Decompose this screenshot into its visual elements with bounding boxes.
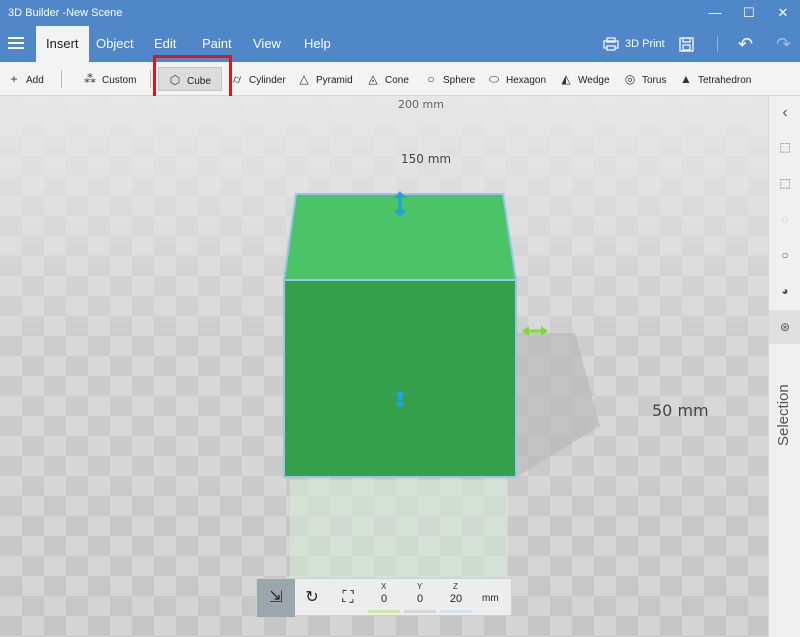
- sphere-button[interactable]: ○ Sphere: [423, 67, 475, 91]
- dimension-label-50: 50 mm: [652, 401, 709, 420]
- scale-icon: ⛶: [342, 589, 354, 606]
- redo-icon: ↷: [776, 34, 792, 54]
- y-label: Y: [417, 582, 423, 591]
- x-value[interactable]: 0: [369, 593, 399, 605]
- select-none-icon[interactable]: ⬚: [769, 168, 800, 198]
- printer-icon: [603, 37, 619, 51]
- cone-button[interactable]: ◬ Cone: [365, 67, 409, 91]
- wedge-button[interactable]: ◭ Wedge: [558, 67, 609, 91]
- rotate-icon: ↻: [305, 589, 319, 606]
- dimension-label-150: 150 mm: [401, 152, 452, 166]
- custom-shapes-icon: ⁂: [84, 72, 96, 86]
- window-title: 3D Builder -New Scene: [8, 7, 123, 19]
- triangle-select-icon[interactable]: ⊛: [769, 310, 800, 344]
- z-label: Z: [453, 582, 458, 591]
- cube-front-face[interactable]: [283, 279, 517, 478]
- pyramid-icon: △: [299, 72, 309, 86]
- viewport-3d[interactable]: 200 mm 150 mm 50 mm: [0, 96, 768, 637]
- redo-button[interactable]: ↷: [776, 26, 791, 62]
- circle-select-icon[interactable]: ○: [769, 240, 800, 270]
- tab-view[interactable]: View: [243, 26, 291, 62]
- hamburger-menu-icon[interactable]: [6, 34, 26, 54]
- y-value[interactable]: 0: [405, 593, 435, 605]
- rotate-button[interactable]: ↻: [293, 579, 331, 617]
- unit-label: mm: [482, 593, 499, 604]
- plus-icon: +: [10, 72, 18, 86]
- z-value[interactable]: 20: [441, 593, 471, 605]
- hexagon-icon: ⬭: [488, 72, 500, 86]
- wedge-icon: ◭: [561, 72, 571, 86]
- tab-object[interactable]: Object: [86, 26, 144, 62]
- close-button[interactable]: ✕: [766, 0, 800, 26]
- dimension-label-200: 200 mm: [398, 98, 444, 111]
- move-icon: ⇲: [269, 589, 283, 606]
- insert-toolbar: + Add ⁂ Custom ⬡ Cube ⌭ Cylinder △ Pyramid ◬ C…: [0, 62, 800, 96]
- tab-help[interactable]: Help: [294, 26, 341, 62]
- tetrahedron-button[interactable]: ▲ Tetrahedron: [678, 67, 751, 91]
- add-button[interactable]: + Add: [6, 67, 43, 91]
- y-slider[interactable]: [404, 610, 436, 613]
- torus-button[interactable]: ◎ Torus: [622, 67, 667, 91]
- transform-bar: ⇲ ↻ ⛶ X 0 Y 0 Z 20 mm: [256, 578, 512, 617]
- x-label: X: [381, 582, 387, 591]
- toolbar-divider: [150, 70, 151, 88]
- print-3d-button[interactable]: 3D Print: [603, 26, 665, 62]
- hexagon-button[interactable]: ⬭ Hexagon: [486, 67, 546, 91]
- minimize-button[interactable]: —: [698, 0, 732, 26]
- object-select-icon[interactable]: ◕: [769, 276, 800, 306]
- tetrahedron-icon: ▲: [680, 72, 692, 86]
- torus-icon: ◎: [624, 72, 636, 86]
- cylinder-button[interactable]: ⌭ Cylinder: [229, 67, 286, 91]
- cone-icon: ◬: [368, 72, 378, 86]
- selection-panel: ‹ ⬚ ⬚ ◌ ○ ◕ ⊛ Selection: [768, 96, 800, 637]
- width-handle[interactable]: [522, 326, 548, 336]
- undo-icon: ↶: [738, 34, 754, 54]
- tab-insert[interactable]: Insert: [36, 26, 89, 62]
- save-button[interactable]: [679, 26, 694, 62]
- menu-bar: Insert Object Edit Paint View Help 3D Pr…: [0, 26, 800, 62]
- sphere-icon: ○: [427, 72, 435, 86]
- invert-selection-icon[interactable]: ◌: [769, 204, 800, 234]
- custom-button[interactable]: ⁂ Custom: [82, 67, 136, 91]
- save-icon: [679, 36, 694, 52]
- collapse-arrow-icon[interactable]: ‹: [769, 98, 800, 128]
- pyramid-button[interactable]: △ Pyramid: [296, 67, 352, 91]
- z-slider[interactable]: [440, 610, 472, 613]
- print-3d-label: 3D Print: [625, 38, 665, 50]
- selection-label: Selection: [775, 384, 792, 446]
- undo-button[interactable]: ↶: [738, 26, 753, 62]
- menu-divider: [717, 36, 718, 52]
- toolbar-divider: [61, 70, 62, 88]
- x-slider[interactable]: [368, 610, 400, 613]
- scale-button[interactable]: ⛶: [329, 579, 367, 617]
- maximize-button[interactable]: ☐: [732, 0, 766, 26]
- title-bar: 3D Builder -New Scene — ☐ ✕: [0, 0, 800, 26]
- select-all-icon[interactable]: ⬚: [769, 132, 800, 162]
- cube-object[interactable]: [0, 96, 768, 637]
- move-button[interactable]: ⇲: [257, 579, 295, 617]
